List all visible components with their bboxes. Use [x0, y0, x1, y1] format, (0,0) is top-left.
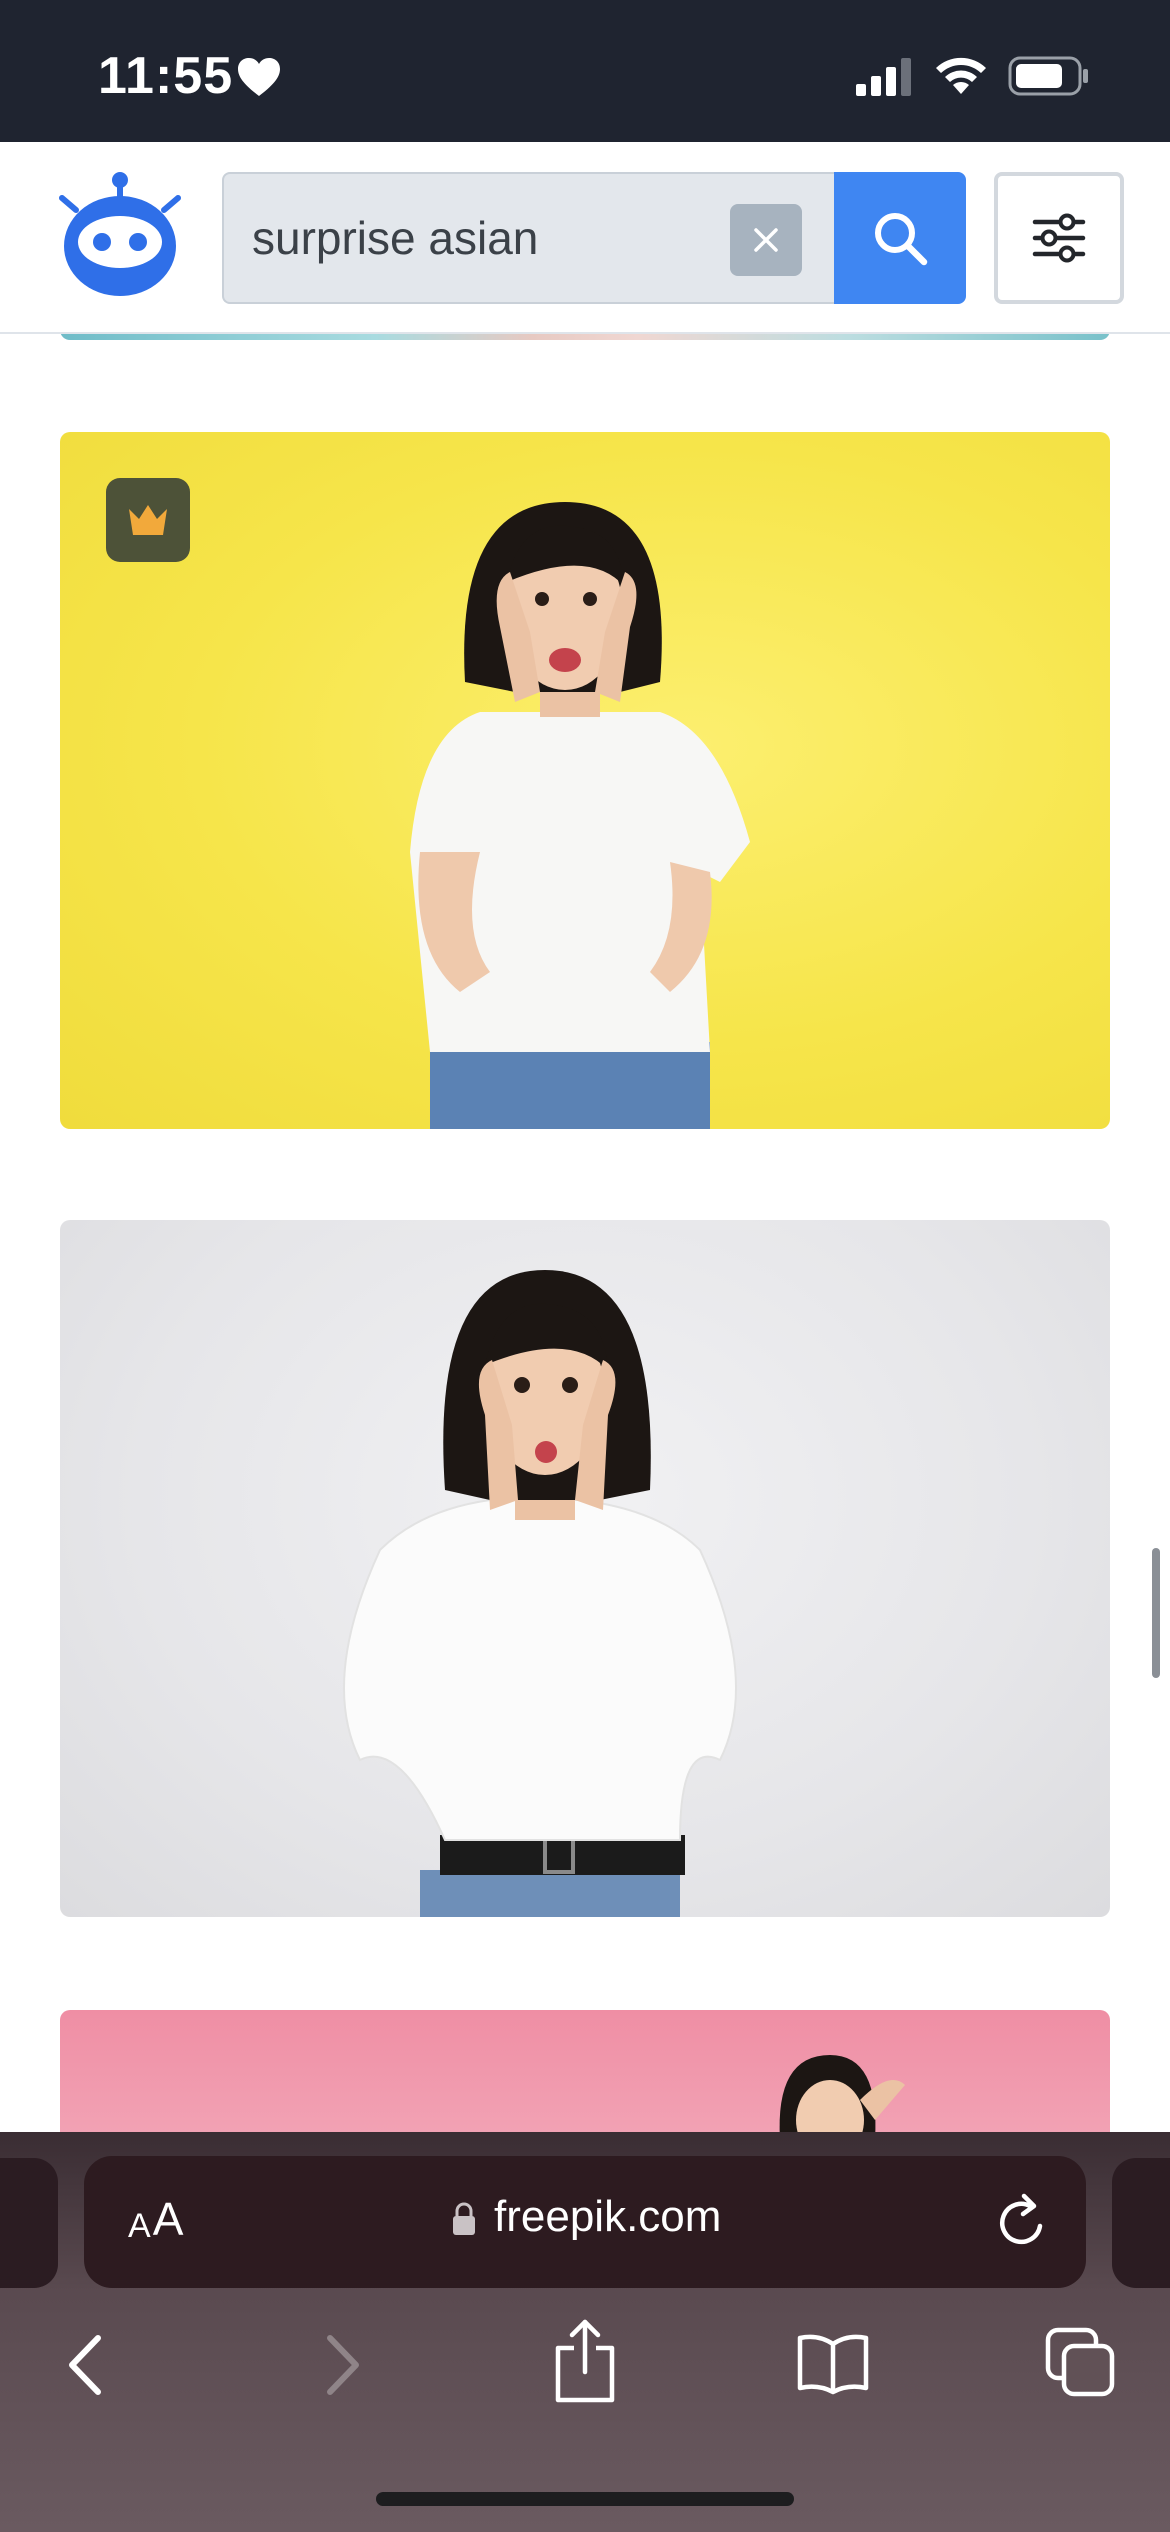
sliders-icon — [1032, 213, 1086, 263]
result-image-card[interactable] — [60, 1220, 1110, 1917]
text-size-small-label: A — [128, 2207, 151, 2245]
status-time: 11:55 — [98, 47, 234, 105]
search-input[interactable] — [252, 174, 692, 302]
surprised-woman-photo — [343, 1270, 737, 1917]
chevron-right-icon[interactable] — [316, 2330, 366, 2400]
search-icon — [875, 213, 928, 266]
lock-icon — [453, 2202, 475, 2235]
next-tab-preview[interactable] — [1112, 2158, 1170, 2288]
close-icon — [754, 228, 778, 252]
tabs-icon[interactable] — [1044, 2326, 1116, 2398]
surprised-woman-photo — [410, 502, 750, 1129]
clear-search-button[interactable] — [730, 204, 802, 276]
reload-icon[interactable] — [994, 2192, 1050, 2252]
url-text[interactable]: freepik.com — [494, 2192, 721, 2242]
battery-icon — [1008, 56, 1088, 96]
previous-tab-preview[interactable] — [0, 2158, 58, 2288]
result-image-card[interactable] — [60, 432, 1110, 1129]
home-indicator[interactable] — [376, 2492, 794, 2506]
address-bar[interactable]: AA freepik.com — [84, 2156, 1086, 2288]
text-size-button[interactable]: AA — [128, 2192, 183, 2246]
search-box — [222, 172, 836, 304]
wifi-icon — [936, 57, 986, 94]
site-header — [0, 142, 1170, 334]
share-icon[interactable] — [550, 2318, 620, 2404]
scroll-indicator[interactable] — [1152, 1548, 1160, 1678]
woman-photo — [779, 2055, 905, 2140]
heart-icon — [238, 58, 280, 96]
status-bar: 11:55 — [0, 0, 1170, 142]
cellular-signal-icon — [856, 58, 911, 96]
result-image-card-partial[interactable] — [60, 2010, 1110, 2140]
robot-logo-icon[interactable] — [58, 170, 182, 298]
book-icon[interactable] — [796, 2332, 870, 2396]
filters-button[interactable] — [994, 172, 1124, 304]
chevron-left-icon[interactable] — [62, 2330, 112, 2400]
search-button[interactable] — [834, 172, 966, 304]
browser-toolbar: AA freepik.com — [0, 2132, 1170, 2532]
text-size-large-label: A — [152, 2193, 184, 2245]
